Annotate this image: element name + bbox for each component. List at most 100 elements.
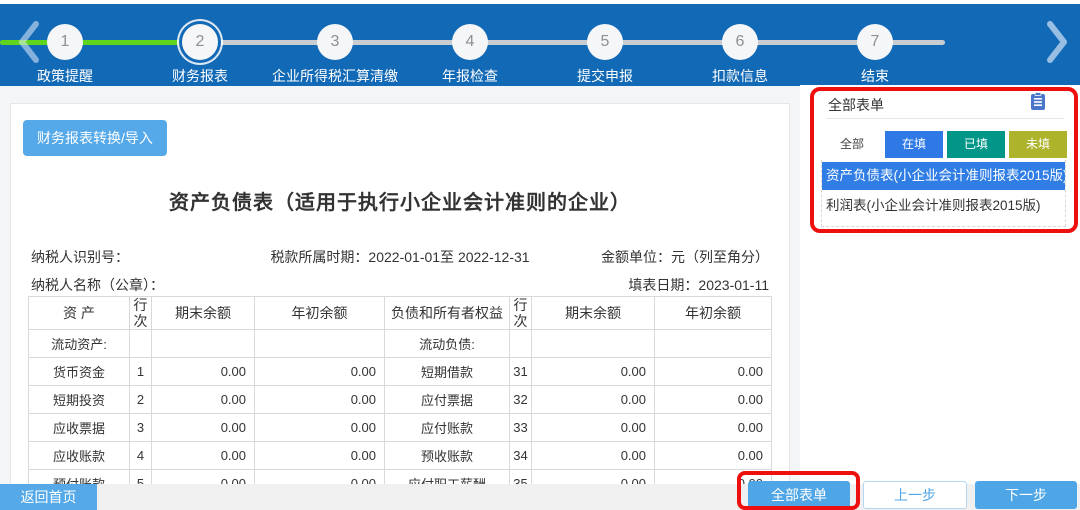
step-number: 2 bbox=[182, 24, 218, 60]
all-forms-button[interactable]: 全部表单 bbox=[748, 481, 850, 509]
label-cell: 33 bbox=[510, 414, 532, 442]
forms-filter-tab[interactable]: 在填 bbox=[885, 131, 943, 158]
table-row: 货币资金10.000.00短期借款310.000.00 bbox=[29, 358, 772, 386]
table-row: 应收账款40.000.00预收账款340.000.00 bbox=[29, 442, 772, 470]
stepper-step-2[interactable]: 2 财务报表 bbox=[132, 4, 268, 86]
amount-cell[interactable]: 0.00 bbox=[655, 442, 772, 470]
step-number: 4 bbox=[452, 24, 488, 60]
chevron-left-icon[interactable] bbox=[14, 18, 44, 66]
table-row: 应收票据30.000.00应付账款330.000.00 bbox=[29, 414, 772, 442]
label-cell: 3 bbox=[130, 414, 152, 442]
step-label: 提交申报 bbox=[537, 66, 673, 86]
step-number: 7 bbox=[857, 24, 893, 60]
label-cell: 4 bbox=[130, 442, 152, 470]
amount-cell[interactable]: 0.00 bbox=[255, 442, 385, 470]
column-header: 期末余额 bbox=[152, 297, 255, 330]
amount-cell[interactable]: 0.00 bbox=[655, 386, 772, 414]
amount-cell[interactable]: 0.00 bbox=[255, 386, 385, 414]
forms-filter-tabs: 全部在填已填未填 bbox=[823, 131, 1071, 158]
amount-cell[interactable]: 0.00 bbox=[532, 414, 655, 442]
financial-report-convert-import-button[interactable]: 财务报表转换/导入 bbox=[23, 120, 167, 156]
step-number: 5 bbox=[587, 24, 623, 60]
stepper-step-7[interactable]: 7 结束 bbox=[807, 4, 943, 86]
label-cell: 预收账款 bbox=[385, 442, 510, 470]
report-title: 资产负债表（适用于执行小企业会计准则的企业） bbox=[11, 186, 789, 215]
stepper-step-4[interactable]: 4 年报检查 bbox=[402, 4, 538, 86]
label-cell: 短期投资 bbox=[29, 386, 130, 414]
step-number: 3 bbox=[317, 24, 353, 60]
amount-cell[interactable]: 0.00 bbox=[255, 358, 385, 386]
column-header: 年初余额 bbox=[655, 297, 772, 330]
table-row: 短期投资20.000.00应付票据320.000.00 bbox=[29, 386, 772, 414]
stepper-step-5[interactable]: 5 提交申报 bbox=[537, 4, 673, 86]
form-list-item[interactable]: 利润表(小企业会计准则报表2015版) bbox=[822, 192, 1065, 220]
label-cell: 34 bbox=[510, 442, 532, 470]
stepper-step-3[interactable]: 3 企业所得税汇算清缴 bbox=[267, 4, 403, 86]
label-cell: 32 bbox=[510, 386, 532, 414]
step-label: 年报检查 bbox=[402, 66, 538, 86]
label-cell: 流动负债: bbox=[385, 330, 510, 358]
amount-cell[interactable]: 0.00 bbox=[152, 414, 255, 442]
amount-cell[interactable]: 0.00 bbox=[532, 442, 655, 470]
step-number: 6 bbox=[722, 24, 758, 60]
clipboard-icon[interactable] bbox=[1030, 92, 1046, 116]
label-cell: 货币资金 bbox=[29, 358, 130, 386]
label-cell bbox=[130, 330, 152, 358]
amount-cell[interactable]: 0.00 bbox=[152, 358, 255, 386]
label-cell: 应收账款 bbox=[29, 442, 130, 470]
forms-list: 资产负债表(小企业会计准则报表2015版)利润表(小企业会计准则报表2015版) bbox=[821, 160, 1066, 227]
table-row: 流动资产: 流动负债: bbox=[29, 330, 772, 358]
step-label: 政策提醒 bbox=[0, 66, 133, 86]
step-number: 1 bbox=[47, 24, 83, 60]
column-header: 负债和所有者权益 bbox=[385, 297, 510, 330]
taxpayer-name-label: 纳税人名称（公章）： bbox=[31, 275, 164, 295]
label-cell: 31 bbox=[510, 358, 532, 386]
column-header: 年初余额 bbox=[255, 297, 385, 330]
fill-date: 填表日期：2023-01-11 bbox=[628, 275, 769, 295]
column-header: 期末余额 bbox=[532, 297, 655, 330]
amount-cell[interactable]: 0.00 bbox=[152, 386, 255, 414]
amount-unit: 金额单位：元（列至角分） bbox=[601, 247, 769, 267]
column-header: 行次 bbox=[130, 297, 152, 330]
amount-cell[interactable]: 0.00 bbox=[532, 386, 655, 414]
panel-divider bbox=[826, 118, 1064, 119]
table-header-row: 资 产行次期末余额年初余额负债和所有者权益行次期末余额年初余额 bbox=[29, 297, 772, 330]
label-cell: 流动资产: bbox=[29, 330, 130, 358]
forms-panel-title: 全部表单 bbox=[828, 95, 884, 115]
label-cell: 应付账款 bbox=[385, 414, 510, 442]
step-label: 结束 bbox=[807, 66, 943, 86]
balance-sheet-card: 财务报表转换/导入 资产负债表（适用于执行小企业会计准则的企业） 纳税人识别号：… bbox=[10, 103, 790, 510]
forms-panel: 全部表单 全部在填已填未填 资产负债表(小企业会计准则报表2015版)利润表(小… bbox=[800, 85, 1080, 484]
label-cell: 1 bbox=[130, 358, 152, 386]
label-cell bbox=[655, 330, 772, 358]
amount-cell[interactable]: 0.00 bbox=[655, 358, 772, 386]
forms-filter-tab[interactable]: 全部 bbox=[823, 131, 881, 158]
forms-filter-tab[interactable]: 未填 bbox=[1009, 131, 1067, 158]
label-cell: 应收票据 bbox=[29, 414, 130, 442]
label-cell: 应付票据 bbox=[385, 386, 510, 414]
step-label: 财务报表 bbox=[132, 66, 268, 86]
form-list-item[interactable]: 资产负债表(小企业会计准则报表2015版) bbox=[822, 162, 1065, 190]
amount-cell[interactable]: 0.00 bbox=[152, 442, 255, 470]
next-step-button[interactable]: 下一步 bbox=[975, 481, 1077, 509]
label-cell bbox=[532, 330, 655, 358]
balance-sheet-table: 资 产行次期末余额年初余额负债和所有者权益行次期末余额年初余额 流动资产:流动负… bbox=[28, 296, 772, 498]
forms-filter-tab[interactable]: 已填 bbox=[947, 131, 1005, 158]
chevron-right-icon[interactable] bbox=[1042, 18, 1072, 66]
amount-cell[interactable]: 0.00 bbox=[532, 358, 655, 386]
column-header: 行次 bbox=[510, 297, 532, 330]
amount-cell[interactable]: 0.00 bbox=[255, 414, 385, 442]
label-cell bbox=[255, 330, 385, 358]
label-cell: 2 bbox=[130, 386, 152, 414]
step-label: 企业所得税汇算清缴 bbox=[267, 66, 403, 86]
column-header: 资 产 bbox=[29, 297, 130, 330]
return-home-button[interactable]: 返回首页 bbox=[0, 484, 97, 510]
label-cell: 短期借款 bbox=[385, 358, 510, 386]
prev-step-button[interactable]: 上一步 bbox=[863, 481, 967, 509]
amount-cell[interactable]: 0.00 bbox=[655, 414, 772, 442]
wizard-stepper: 1 政策提醒 2 财务报表 3 企业所得税汇算清缴 4 年报检查 5 提交申报 6 扣款信息 7 结束 bbox=[0, 4, 1080, 86]
step-label: 扣款信息 bbox=[672, 66, 808, 86]
stepper-step-6[interactable]: 6 扣款信息 bbox=[672, 4, 808, 86]
label-cell bbox=[152, 330, 255, 358]
label-cell bbox=[510, 330, 532, 358]
